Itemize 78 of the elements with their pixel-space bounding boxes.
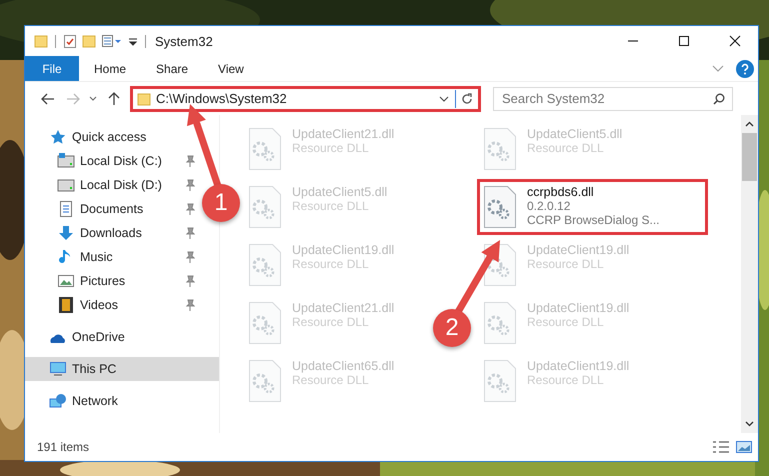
ribbon-tab[interactable]: Home	[79, 56, 142, 81]
sidebar-label: Music	[80, 250, 113, 264]
sidebar-label: Pictures	[80, 274, 126, 288]
sidebar-item[interactable]: OneDrive	[25, 325, 133, 349]
sidebar-item[interactable]: Local Disk (D:)	[25, 173, 203, 197]
sidebar-label: Local Disk (C:)	[80, 154, 162, 168]
downloads-icon	[57, 225, 75, 241]
close-icon[interactable]	[729, 35, 741, 47]
drive-c-icon	[57, 153, 75, 169]
search-field[interactable]: Search System32	[493, 86, 733, 110]
address-bar[interactable]: C:\Windows\System32	[130, 86, 481, 112]
sidebar-item[interactable]: Network	[25, 389, 126, 413]
sidebar-item[interactable]: Local Disk (C:)	[25, 149, 203, 173]
file-item[interactable]: ccrpbds6.dll 0.2.0.12 CCRP BrowseDialog S...	[477, 179, 708, 235]
ribbon-tab[interactable]: Share	[141, 56, 204, 81]
item-count: 191 items	[37, 440, 90, 454]
sidebar-label: This PC	[72, 362, 116, 376]
file-name: UpdateClient19.dll	[292, 243, 394, 257]
pin-icon[interactable]	[185, 227, 195, 239]
sidebar-label: OneDrive	[72, 330, 125, 344]
file-name: UpdateClient5.dll	[527, 127, 622, 141]
properties-icon[interactable]	[101, 34, 123, 48]
file-name: UpdateClient19.dll	[527, 301, 630, 315]
sidebar-label: Downloads	[80, 226, 142, 240]
gear-file-icon	[248, 127, 282, 171]
file-name: UpdateClient5.dll	[292, 185, 388, 199]
sidebar-item[interactable]: Music	[25, 245, 203, 269]
sidebar-item[interactable]: Quick access	[25, 125, 154, 149]
drive-icon	[57, 177, 75, 193]
pin-icon[interactable]	[185, 203, 195, 215]
pin-icon[interactable]	[185, 179, 195, 191]
large-icons-view-icon[interactable]	[736, 441, 752, 453]
address-path: C:\Windows\System32	[156, 91, 287, 106]
sidebar-label: Network	[72, 394, 118, 408]
pc-icon	[49, 361, 67, 377]
window-title: System32	[155, 34, 213, 48]
checklist-icon[interactable]	[63, 34, 77, 48]
file-name: UpdateClient65.dll	[292, 359, 394, 373]
sidebar-label: Videos	[80, 298, 118, 312]
gear-file-icon	[248, 243, 282, 287]
file-name: ccrpbds6.dll	[527, 185, 595, 199]
maximize-icon[interactable]	[678, 35, 690, 47]
pin-icon[interactable]	[185, 275, 195, 287]
star-icon	[49, 129, 67, 145]
sidebar-label: Local Disk (D:)	[80, 178, 162, 192]
gear-file-icon	[483, 301, 517, 345]
sidebar-item[interactable]: Documents	[25, 197, 203, 221]
sidebar-item[interactable]: Downloads	[25, 221, 203, 245]
file-name: UpdateClient19.dll	[527, 359, 630, 373]
pin-icon[interactable]	[185, 299, 195, 311]
gear-file-icon	[248, 301, 282, 345]
details-view-icon[interactable]	[712, 440, 730, 454]
file-version: 0.2.0.12	[527, 199, 572, 213]
gear-file-icon	[483, 359, 517, 403]
search-icon[interactable]	[713, 92, 725, 104]
sidebar-label: Quick access	[72, 130, 146, 144]
network-icon	[49, 393, 67, 409]
sidebar-item[interactable]: Pictures	[25, 269, 203, 293]
gear-file-icon	[248, 359, 282, 403]
gear-file-icon	[483, 127, 517, 171]
sidebar-item[interactable]: Videos	[25, 293, 203, 317]
file-name: UpdateClient21.dll	[292, 301, 394, 315]
folder-icon	[137, 92, 151, 106]
scroll-thumb[interactable]	[742, 133, 757, 181]
sidebar-label: Documents	[80, 202, 144, 216]
pin-icon[interactable]	[185, 251, 195, 263]
documents-icon	[57, 201, 75, 217]
pin-icon[interactable]	[185, 155, 195, 167]
scrollbar[interactable]	[741, 115, 758, 433]
gear-file-icon	[483, 185, 517, 229]
file-name: UpdateClient21.dll	[292, 127, 394, 141]
ribbon-tab[interactable]: View	[203, 56, 259, 81]
sidebar-item[interactable]: This PC	[25, 357, 219, 381]
file-name: UpdateClient19.dll	[527, 243, 630, 257]
videos-icon	[57, 297, 75, 313]
file-description: CCRP BrowseDialog S...	[527, 213, 660, 227]
gear-file-icon	[248, 185, 282, 229]
pictures-icon	[57, 273, 75, 289]
